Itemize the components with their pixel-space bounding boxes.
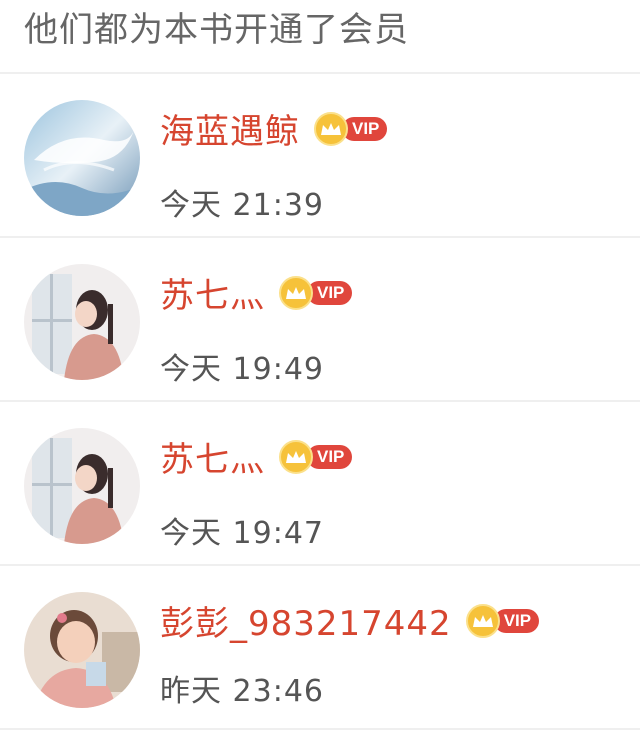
header: 他们都为本书开通了会员 (0, 0, 640, 74)
member-list: 海蓝遇鲸 VIP 今天 21:39 苏七灬 VIP 今天 19:49 苏七灬 V… (0, 74, 640, 730)
vip-badge: VIP (279, 439, 353, 474)
vip-label: VIP (307, 444, 353, 469)
vip-badge: VIP (279, 275, 353, 310)
girl-window-avatar-icon (24, 264, 140, 380)
member-name[interactable]: 海蓝遇鲸 (160, 104, 300, 153)
name-row: 苏七灬 VIP (160, 432, 353, 481)
crown-icon (279, 275, 313, 310)
name-row: 彭彭_983217442 VIP (160, 596, 540, 645)
member-time: 今天 21:39 (160, 188, 324, 223)
list-item[interactable]: 海蓝遇鲸 VIP 今天 21:39 (0, 74, 640, 238)
crown-icon (314, 111, 348, 146)
crown-icon (279, 439, 313, 474)
member-time: 今天 19:47 (160, 516, 324, 551)
vip-label: VIP (493, 608, 540, 633)
vip-label: VIP (307, 280, 353, 305)
member-time: 昨天 23:46 (160, 674, 324, 709)
list-item[interactable]: 苏七灬 VIP 今天 19:49 (0, 238, 640, 402)
avatar[interactable] (24, 428, 140, 544)
member-time: 今天 19:49 (160, 352, 324, 387)
page-title: 他们都为本书开通了会员 (24, 9, 409, 50)
vip-badge: VIP (465, 603, 540, 638)
member-name[interactable]: 彭彭_983217442 (160, 596, 452, 645)
avatar[interactable] (24, 264, 140, 380)
vip-badge: VIP (314, 111, 388, 146)
whale-sky-avatar-icon (24, 100, 140, 216)
list-item[interactable]: 苏七灬 VIP 今天 19:47 (0, 402, 640, 566)
name-row: 海蓝遇鲸 VIP (160, 104, 388, 153)
child-avatar-icon (24, 592, 140, 708)
avatar[interactable] (24, 592, 140, 708)
girl-window-avatar-icon (24, 428, 140, 544)
avatar[interactable] (24, 100, 140, 216)
vip-label: VIP (342, 116, 388, 141)
list-item[interactable]: 彭彭_983217442 VIP 昨天 23:46 (0, 566, 640, 730)
name-row: 苏七灬 VIP (160, 268, 353, 317)
member-name[interactable]: 苏七灬 (160, 432, 265, 481)
member-name[interactable]: 苏七灬 (160, 268, 265, 317)
crown-icon (465, 603, 500, 638)
